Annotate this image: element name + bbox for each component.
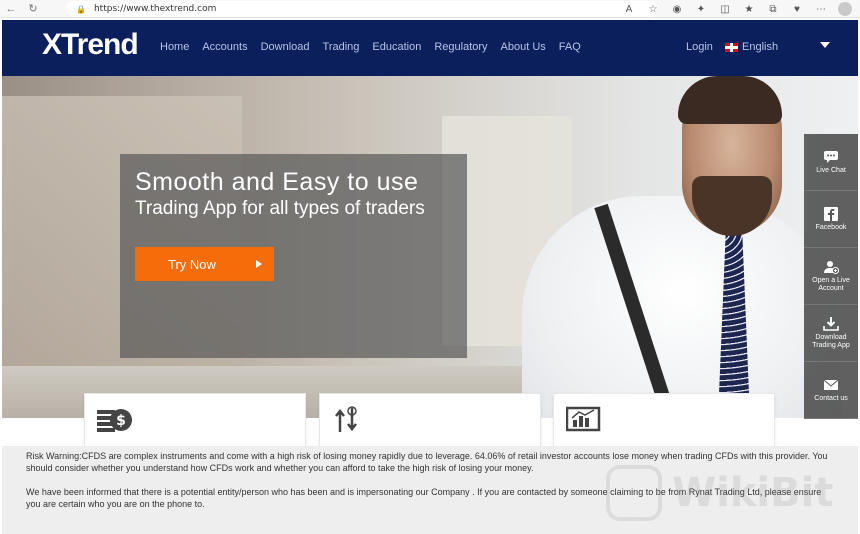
- hero-person: [522, 196, 842, 418]
- more-icon[interactable]: ⋯: [814, 4, 828, 15]
- side-item-live-chat[interactable]: Live Chat: [804, 134, 858, 191]
- site-header: XTrend Home Accounts Download Trading Ed…: [2, 20, 858, 76]
- read-aloud-icon[interactable]: A: [622, 4, 636, 15]
- side-item-label: Download Trading App: [812, 333, 850, 349]
- profile-avatar[interactable]: [838, 2, 852, 16]
- nav-regulatory[interactable]: Regulatory: [434, 41, 487, 53]
- watermark-logo-icon: [606, 465, 662, 521]
- side-item-facebook[interactable]: Facebook: [804, 191, 858, 248]
- language-selector[interactable]: English: [725, 41, 778, 53]
- facebook-icon: [824, 206, 838, 221]
- chevron-down-icon[interactable]: [820, 42, 830, 48]
- browser-essentials-icon[interactable]: ♥: [790, 4, 804, 15]
- watermark-text: WikiBit: [672, 470, 834, 516]
- main-nav: Home Accounts Download Trading Education…: [160, 41, 594, 53]
- side-item-label: Open a Live Account: [812, 276, 850, 292]
- language-label: English: [742, 41, 779, 53]
- lock-icon: 🔒: [76, 4, 86, 14]
- hero-promo-box: Smooth and Easy to use Trading App for a…: [120, 154, 467, 358]
- download-icon: [823, 316, 839, 331]
- side-item-download-app[interactable]: Download Trading App: [804, 305, 858, 362]
- try-now-button[interactable]: Try Now: [135, 247, 274, 281]
- reload-icon[interactable]: ↻: [22, 0, 44, 18]
- side-item-open-live-account[interactable]: Open a Live Account: [804, 248, 858, 305]
- login-link[interactable]: Login: [686, 41, 713, 53]
- nav-about-us[interactable]: About Us: [501, 41, 546, 53]
- xtrend-logo[interactable]: XTrend: [42, 28, 139, 62]
- nav-download[interactable]: Download: [261, 41, 310, 53]
- extension-icon[interactable]: ◉: [670, 4, 684, 15]
- side-item-label: Facebook: [815, 223, 847, 231]
- side-contact-widget: Live Chat Facebook Open a Live Account D…: [804, 134, 858, 419]
- favorite-star-icon[interactable]: ☆: [646, 4, 660, 15]
- browser-actions: A ☆ ◉ ✦ ◫ ★ ⧉ ♥ ⋯: [622, 0, 852, 18]
- address-bar[interactable]: 🔒 https://www.thextrend.com: [66, 1, 656, 17]
- favorites-icon[interactable]: ★: [742, 4, 756, 15]
- nav-home[interactable]: Home: [160, 41, 189, 53]
- nav-faq[interactable]: FAQ: [559, 41, 581, 53]
- hero-subheadline: Trading App for all types of traders: [135, 198, 425, 219]
- add-user-icon: [824, 260, 839, 274]
- coins-dollar-icon: $: [97, 409, 132, 432]
- side-item-label: Contact us: [814, 394, 848, 402]
- nav-accounts[interactable]: Accounts: [202, 41, 247, 53]
- watermark: WikiBit: [606, 458, 856, 528]
- url-text: https://www.thextrend.com: [93, 4, 217, 14]
- side-item-contact-us[interactable]: Contact us: [804, 362, 858, 419]
- feature-card[interactable]: [319, 393, 541, 453]
- browser-toolbar: ← ↻ 🔒 https://www.thextrend.com A ☆ ◉ ✦ …: [0, 0, 860, 18]
- try-now-label: Try Now: [168, 256, 216, 272]
- nav-education[interactable]: Education: [372, 41, 421, 53]
- chat-icon: [824, 150, 838, 163]
- transfer-arrows-icon: [335, 406, 357, 432]
- feature-card[interactable]: $: [84, 393, 306, 453]
- play-arrow-icon: [256, 260, 262, 268]
- chart-screen-icon: [566, 406, 601, 432]
- uk-flag-icon: [725, 42, 738, 52]
- puzzle-icon[interactable]: ✦: [694, 4, 708, 15]
- side-item-label: Live Chat: [816, 166, 846, 174]
- hero-headline: Smooth and Easy to use: [135, 168, 419, 196]
- back-icon[interactable]: ←: [0, 0, 22, 18]
- split-screen-icon[interactable]: ◫: [718, 4, 732, 15]
- hero-person-hair: [678, 76, 782, 124]
- collections-icon[interactable]: ⧉: [766, 4, 780, 15]
- svg-text:$: $: [116, 413, 126, 429]
- mail-icon: [823, 379, 839, 390]
- nav-trading[interactable]: Trading: [323, 41, 360, 53]
- feature-card[interactable]: [553, 393, 775, 453]
